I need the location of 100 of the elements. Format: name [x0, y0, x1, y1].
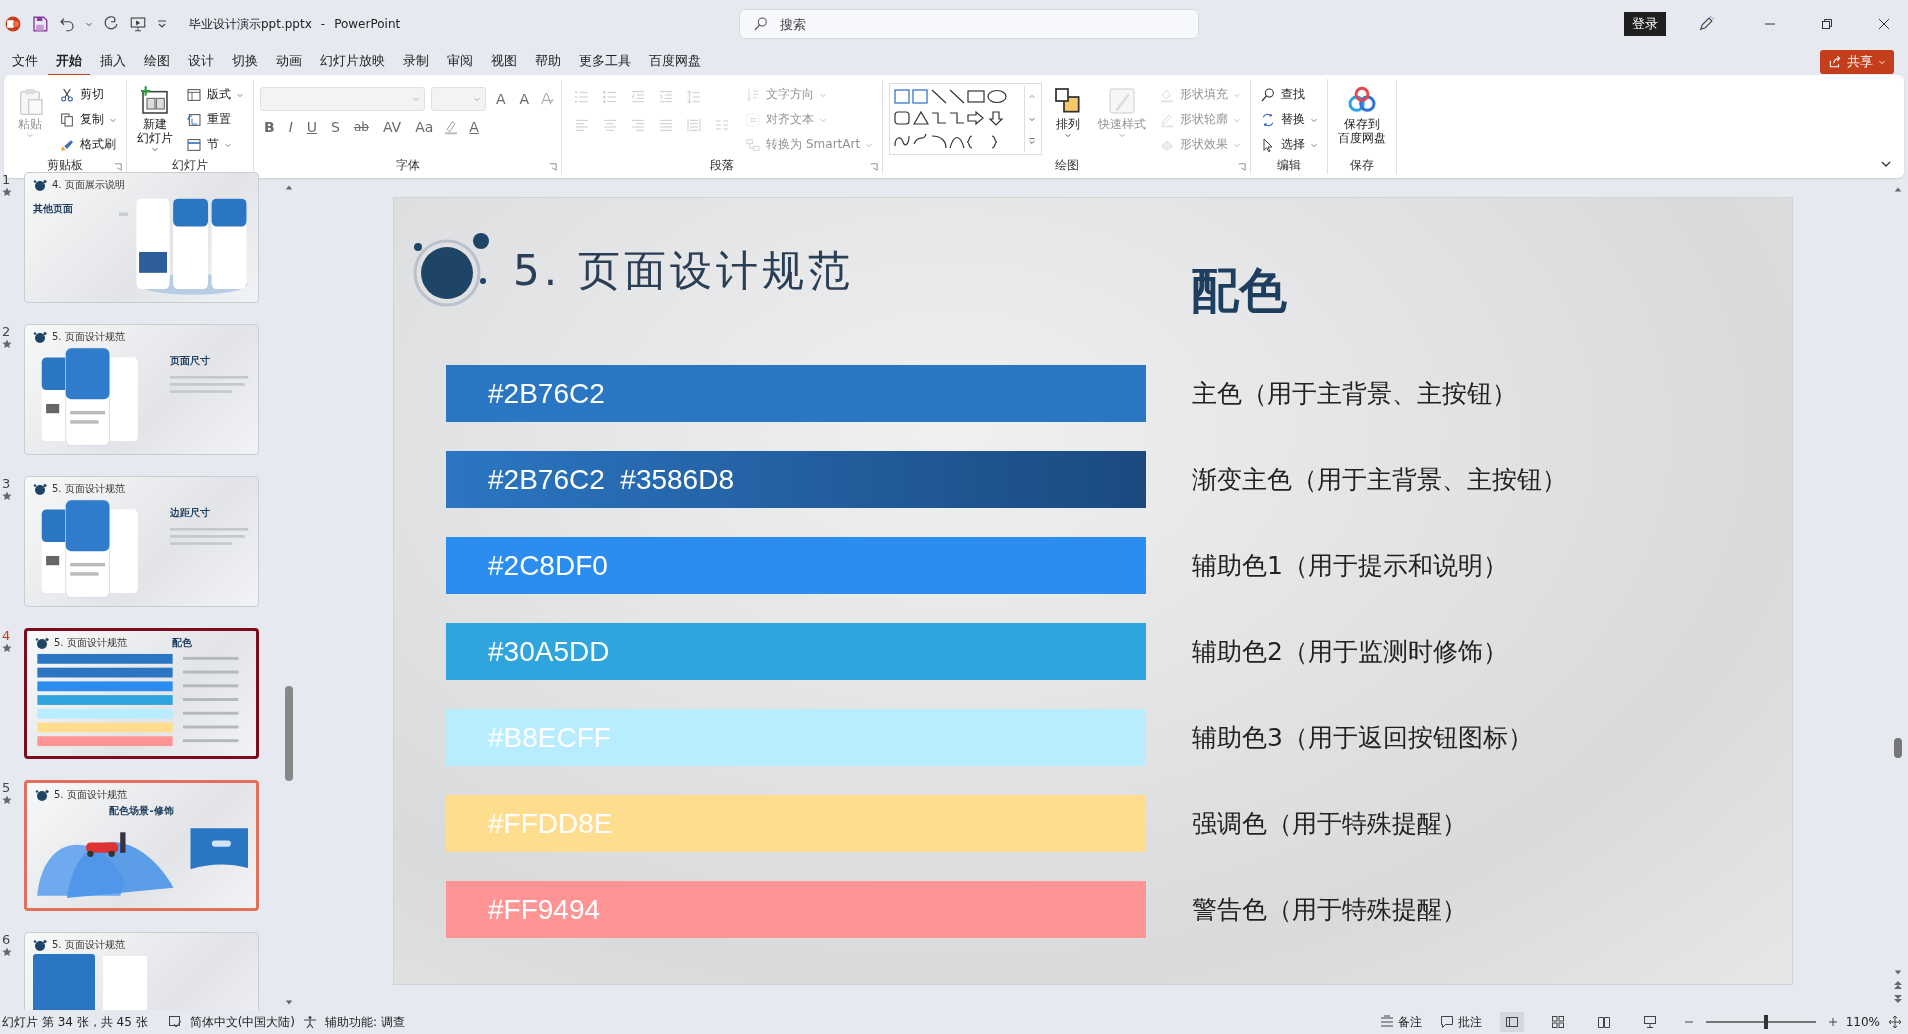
thumbnail-title: 5. 页面设计规范	[52, 330, 125, 344]
zoom-level[interactable]: 110%	[1845, 1015, 1880, 1029]
dialog-launcher-icon[interactable]	[114, 163, 122, 171]
search-button[interactable]: 查找	[1257, 83, 1322, 106]
caret-icon[interactable]	[85, 20, 93, 28]
thumbnail-title: 4. 页面展示说明	[52, 178, 125, 192]
menu-tab[interactable]: 文件	[4, 47, 46, 76]
normal-view-button[interactable]	[1499, 1012, 1524, 1032]
color-swatch-bar: #2C8DF0	[446, 537, 1146, 594]
search-field[interactable]: 搜索	[739, 9, 1200, 39]
align-text-icon	[745, 111, 762, 128]
caret-icon	[412, 95, 420, 103]
new-slide-button[interactable]: 新建 幻灯片	[133, 83, 177, 155]
accessibility-status[interactable]: 辅助功能: 调查	[325, 1013, 405, 1031]
title-separator: -	[320, 17, 326, 31]
menu-tab[interactable]: 录制	[395, 47, 437, 76]
zoom-in-icon[interactable]	[1827, 1017, 1838, 1027]
zoom-slider-thumb[interactable]	[1764, 1015, 1769, 1029]
scrollbar-thumb[interactable]	[1894, 738, 1902, 758]
search-icon	[753, 16, 770, 32]
color-swatch-bar: #2B76C2	[446, 365, 1146, 422]
slide-thumbnail[interactable]: 5. 页面设计规范 边距尺寸	[24, 476, 259, 607]
comments-button[interactable]: 批注	[1439, 1013, 1482, 1031]
menu-tab[interactable]: 切换	[224, 47, 266, 76]
color-description: 渐变主色（用于主背景、主按钮）	[1192, 464, 1567, 496]
notes-button[interactable]: 备注	[1379, 1013, 1422, 1031]
smartart-icon	[745, 136, 762, 153]
slide-thumbnail[interactable]: 5. 页面设计规范 配色	[24, 628, 259, 759]
thumbnail-heading: 边距尺寸	[170, 506, 211, 520]
close-icon	[1878, 18, 1890, 30]
book-icon	[1596, 1015, 1611, 1029]
slide-heading: 配色	[1191, 261, 1287, 320]
slide-thumbnail[interactable]: 5. 页面设计规范	[24, 932, 259, 1010]
group-label: 绘图	[1054, 157, 1079, 174]
group-label: 编辑	[1277, 157, 1302, 174]
scroll-up-icon[interactable]	[285, 184, 293, 192]
menu-tab[interactable]: 绘图	[136, 47, 178, 76]
zoom-slider[interactable]	[1705, 1015, 1816, 1029]
slide-number: 5	[2, 780, 11, 795]
dialog-launcher-icon[interactable]	[549, 163, 558, 171]
arrange-button[interactable]: 排列	[1048, 83, 1089, 141]
cursor-button[interactable]: 选择	[1257, 133, 1322, 156]
spelling-icon[interactable]	[167, 1015, 182, 1029]
layout-button[interactable]: 版式	[183, 83, 247, 106]
chevron-down-icon	[1028, 115, 1037, 123]
dialog-launcher-icon[interactable]	[1238, 163, 1247, 171]
scroll-up-icon[interactable]	[1894, 186, 1902, 194]
pen-icon[interactable]	[1697, 15, 1715, 33]
slide-thumbnail[interactable]: 4. 页面展示说明 其他页面	[24, 172, 259, 303]
previous-slide-icon[interactable]	[1893, 980, 1903, 990]
logo-drawing	[33, 482, 47, 496]
menu-tab[interactable]: 帮助	[527, 47, 569, 76]
color-swatch-bar: #2B76C2 #3586D8	[446, 451, 1146, 508]
menu-tab[interactable]: 插入	[92, 47, 134, 76]
slide-info: 幻灯片 第 34 张，共 45 张	[2, 1013, 148, 1031]
logo-drawing	[33, 938, 47, 952]
copy-icon	[59, 111, 75, 128]
thumbnail-title: 5. 页面设计规范	[54, 636, 127, 650]
menu-tab[interactable]: 百度网盘	[641, 47, 709, 76]
save-icon[interactable]	[31, 15, 49, 33]
grid-icon	[1550, 1015, 1565, 1029]
scroll-down-icon[interactable]	[1894, 968, 1902, 976]
menu-tab[interactable]: 更多工具	[571, 47, 639, 76]
dialog-launcher-icon[interactable]	[870, 163, 879, 171]
slide-number: 4	[2, 628, 11, 643]
scrollbar-thumb[interactable]	[285, 686, 293, 781]
undo-icon[interactable]	[58, 15, 76, 33]
color-description: 强调色（用于特殊提醒）	[1192, 808, 1467, 840]
menu-tab[interactable]: 审阅	[439, 47, 481, 76]
reset-button[interactable]: 重置	[183, 108, 247, 131]
accessibility-icon[interactable]	[303, 1015, 317, 1029]
menu-tab[interactable]: 幻灯片放映	[312, 47, 393, 76]
section-button[interactable]: 节	[183, 133, 247, 156]
fit-to-window-icon[interactable]	[1888, 1015, 1902, 1029]
next-slide-icon[interactable]	[1893, 994, 1903, 1004]
login-button[interactable]: 登录	[1624, 12, 1666, 36]
slide-thumbnail[interactable]: 5. 页面设计规范 页面尺寸	[24, 324, 259, 455]
scissors-button[interactable]: 剪切	[56, 83, 120, 106]
chevron-up-icon	[1028, 93, 1037, 101]
slide-title: 5. 页面设计规范	[513, 245, 855, 297]
brush-button[interactable]: 格式刷	[56, 133, 120, 156]
section-icon	[186, 136, 202, 153]
thumbnail-title: 5. 页面设计规范	[52, 482, 125, 496]
language[interactable]: 简体中文(中国大陆)	[189, 1013, 295, 1031]
layout-icon	[186, 86, 202, 103]
color-description: 警告色（用于特殊提醒）	[1192, 894, 1467, 926]
menu-tab[interactable]: 视图	[483, 47, 525, 76]
cloud-button[interactable]: 保存到 百度网盘	[1334, 83, 1391, 147]
present-icon[interactable]	[129, 15, 147, 33]
menu-tab[interactable]: 动画	[268, 47, 310, 76]
copy-button[interactable]: 复制	[56, 108, 120, 131]
replace-button[interactable]: 替换	[1257, 108, 1322, 131]
slide-thumbnail[interactable]: 5. 页面设计规范 配色场景-修饰	[24, 780, 259, 911]
scroll-down-icon[interactable]	[285, 998, 293, 1006]
share-button[interactable]: 共享	[1820, 49, 1894, 74]
customize-caret-icon[interactable]	[156, 18, 168, 30]
color-description: 辅助色3（用于返回按钮图标）	[1192, 722, 1533, 754]
slide-number: 6	[2, 932, 11, 947]
caret-icon	[473, 95, 481, 103]
menu-tab[interactable]: 设计	[180, 47, 222, 76]
